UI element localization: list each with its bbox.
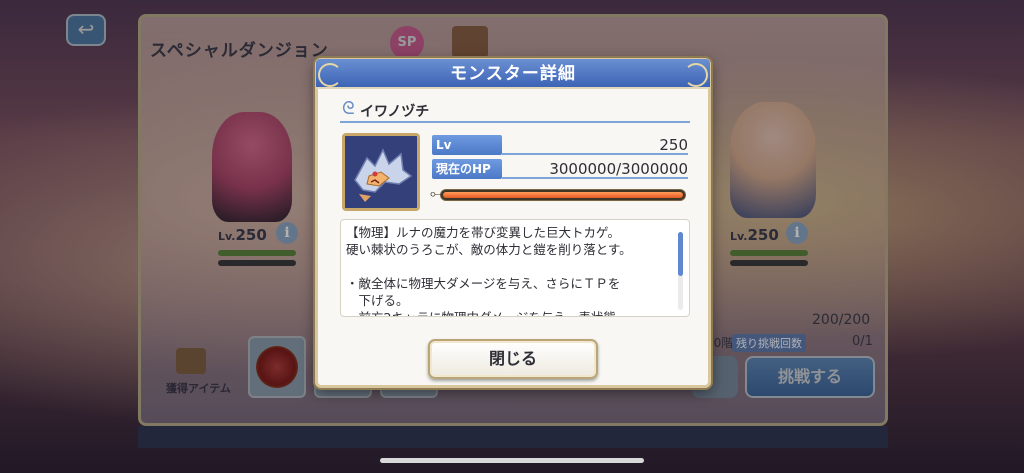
- description-box[interactable]: 【物理】ルナの魔力を帯び変異した巨大トカゲ。 硬い棘状のうろこが、敵の体力と鎧を…: [340, 219, 690, 317]
- monster-portrait: [342, 133, 420, 211]
- back-button[interactable]: ↩: [66, 14, 106, 46]
- remaining-attempts-value: 0/1: [852, 334, 873, 349]
- monster-detail-dialog: モンスター詳細 ᘓ イワノヅチ Lv 250 現在のHP 3000000/300…: [315, 58, 711, 388]
- reward-label: 獲得アイテム: [166, 382, 231, 395]
- left-unit-hp-bar: [218, 250, 296, 256]
- dungeon-title: スペシャルダンジョン: [150, 41, 329, 61]
- monster-description: 【物理】ルナの魔力を帯び変異した巨大トカゲ。 硬い棘状のうろこが、敵の体力と鎧を…: [346, 225, 632, 316]
- dialog-title: モンスター詳細: [316, 59, 710, 89]
- hp-gauge-ornament-icon: ⟜: [430, 186, 442, 202]
- right-unit-hp-bar: [730, 250, 808, 256]
- hp-gauge: [440, 189, 686, 201]
- swirl-ornament-icon: ᘓ: [342, 98, 355, 119]
- challenge-button[interactable]: 挑戦する: [745, 356, 875, 398]
- reward-chest-icon: [176, 348, 206, 374]
- close-button[interactable]: 閉じる: [428, 339, 598, 379]
- level-label: Lv: [432, 135, 502, 155]
- treasure-chest-icon[interactable]: [452, 26, 488, 58]
- monster-name: イワノヅチ: [360, 104, 430, 120]
- left-unit-tp-bar: [218, 260, 296, 266]
- right-unit-tp-bar: [730, 260, 808, 266]
- left-unit-character: [212, 112, 292, 222]
- back-arrow-icon: ↩: [77, 17, 95, 41]
- left-unit-level-value: 250: [235, 226, 267, 244]
- monster-name-row: ᘓ イワノヅチ: [340, 97, 690, 123]
- bottom-navigation: [138, 426, 888, 448]
- remaining-attempts-label: 残り挑戦回数: [732, 334, 806, 352]
- home-indicator: [380, 458, 644, 463]
- level-row: Lv 250: [432, 135, 688, 155]
- right-unit-level: Lv.250: [730, 226, 779, 244]
- left-unit-level: Lv.250: [218, 226, 267, 244]
- lizard-monster-icon: [345, 136, 417, 208]
- stamina-counter: 200/200: [812, 312, 871, 328]
- hp-gauge-fill: [443, 192, 683, 198]
- hp-label: 現在のHP: [432, 159, 502, 179]
- left-unit-level-prefix: Lv.: [218, 230, 236, 243]
- sp-icon[interactable]: SP: [390, 26, 424, 60]
- right-unit-character: [730, 102, 816, 218]
- description-scrollbar-thumb[interactable]: [678, 232, 683, 276]
- right-unit-level-value: 250: [747, 226, 779, 244]
- left-unit-info-icon[interactable]: i: [276, 222, 298, 244]
- reward-medal-icon: [256, 346, 298, 388]
- right-unit-info-icon[interactable]: i: [786, 222, 808, 244]
- right-unit-level-prefix: Lv.: [730, 230, 748, 243]
- level-value: 250: [659, 136, 688, 154]
- hp-value: 3000000/3000000: [549, 160, 688, 178]
- hp-row: 現在のHP 3000000/3000000: [432, 159, 688, 179]
